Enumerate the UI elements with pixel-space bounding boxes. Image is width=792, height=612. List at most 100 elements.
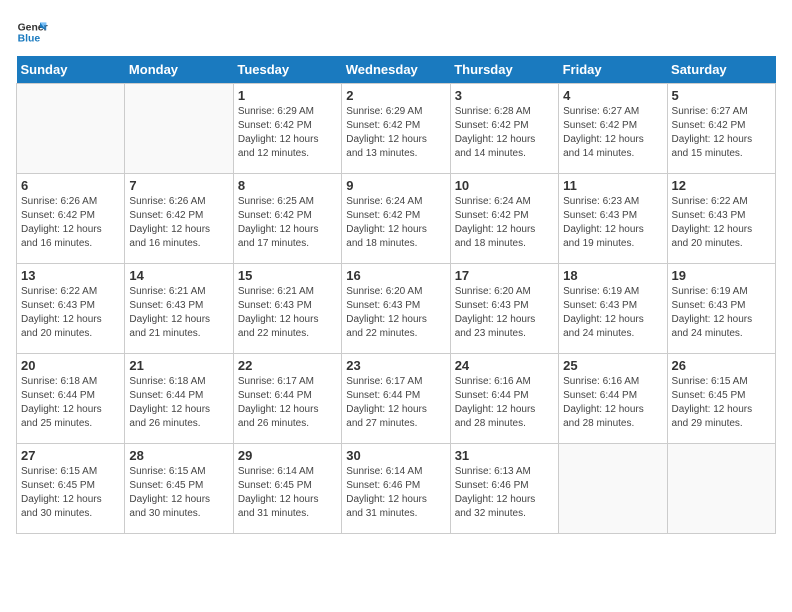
calendar-cell: 24 Sunrise: 6:16 AM Sunset: 6:44 PM Dayli… xyxy=(450,354,558,444)
calendar-cell xyxy=(125,84,233,174)
day-info: Sunrise: 6:28 AM Sunset: 6:42 PM Dayligh… xyxy=(455,105,554,161)
day-info: Sunrise: 6:27 AM Sunset: 6:42 PM Dayligh… xyxy=(563,105,662,161)
day-number: 9 xyxy=(346,178,445,193)
day-info: Sunrise: 6:19 AM Sunset: 6:43 PM Dayligh… xyxy=(672,285,771,341)
calendar-cell: 7Sunrise: 6:26 AM Sunset: 6:42 PM Daylig… xyxy=(125,174,233,264)
calendar-cell xyxy=(17,84,125,174)
calendar-cell: 6 Sunrise: 6:26 AM Sunset: 6:42 PM Daylig… xyxy=(17,174,125,264)
calendar-cell: 11Sunrise: 6:23 AM Sunset: 6:43 PM Dayli… xyxy=(559,174,667,264)
calendar-cell: 25Sunrise: 6:16 AM Sunset: 6:44 PM Dayli… xyxy=(559,354,667,444)
day-number: 3 xyxy=(455,88,554,103)
day-header-thursday: Thursday xyxy=(450,56,558,84)
day-info: Sunrise: 6:24 AM Sunset: 6:42 PM Dayligh… xyxy=(455,195,554,251)
calendar-cell: 3 Sunrise: 6:28 AM Sunset: 6:42 PM Daylig… xyxy=(450,84,558,174)
day-header-monday: Monday xyxy=(125,56,233,84)
day-number: 10 xyxy=(455,178,554,193)
calendar-cell: 16 Sunrise: 6:20 AM Sunset: 6:43 PM Dayli… xyxy=(342,264,450,354)
calendar-cell: 23 Sunrise: 6:17 AM Sunset: 6:44 PM Dayli… xyxy=(342,354,450,444)
calendar-week-2: 6 Sunrise: 6:26 AM Sunset: 6:42 PM Daylig… xyxy=(17,174,776,264)
day-number: 5 xyxy=(672,88,771,103)
day-info: Sunrise: 6:19 AM Sunset: 6:43 PM Dayligh… xyxy=(563,285,662,341)
day-number: 28 xyxy=(129,448,228,463)
day-number: 1 xyxy=(238,88,337,103)
day-number: 19 xyxy=(672,268,771,283)
calendar-cell: 8 Sunrise: 6:25 AM Sunset: 6:42 PM Daylig… xyxy=(233,174,341,264)
calendar-header-row: SundayMondayTuesdayWednesdayThursdayFrid… xyxy=(17,56,776,84)
day-header-saturday: Saturday xyxy=(667,56,775,84)
calendar-table: SundayMondayTuesdayWednesdayThursdayFrid… xyxy=(16,56,776,534)
calendar-week-1: 1 Sunrise: 6:29 AM Sunset: 6:42 PM Daylig… xyxy=(17,84,776,174)
day-number: 17 xyxy=(455,268,554,283)
calendar-cell: 21 Sunrise: 6:18 AM Sunset: 6:44 PM Dayli… xyxy=(125,354,233,444)
day-info: Sunrise: 6:15 AM Sunset: 6:45 PM Dayligh… xyxy=(129,465,228,521)
day-info: Sunrise: 6:13 AM Sunset: 6:46 PM Dayligh… xyxy=(455,465,554,521)
day-info: Sunrise: 6:20 AM Sunset: 6:43 PM Dayligh… xyxy=(346,285,445,341)
calendar-cell: 12 Sunrise: 6:22 AM Sunset: 6:43 PM Dayli… xyxy=(667,174,775,264)
calendar-cell: 20 Sunrise: 6:18 AM Sunset: 6:44 PM Dayli… xyxy=(17,354,125,444)
day-number: 18 xyxy=(563,268,662,283)
day-number: 20 xyxy=(21,358,120,373)
day-number: 6 xyxy=(21,178,120,193)
day-info: Sunrise: 6:18 AM Sunset: 6:44 PM Dayligh… xyxy=(129,375,228,431)
day-info: Sunrise: 6:15 AM Sunset: 6:45 PM Dayligh… xyxy=(21,465,120,521)
day-info: Sunrise: 6:14 AM Sunset: 6:46 PM Dayligh… xyxy=(346,465,445,521)
day-info: Sunrise: 6:18 AM Sunset: 6:44 PM Dayligh… xyxy=(21,375,120,431)
day-number: 8 xyxy=(238,178,337,193)
day-number: 24 xyxy=(455,358,554,373)
calendar-week-5: 27 Sunrise: 6:15 AM Sunset: 6:45 PM Dayli… xyxy=(17,444,776,534)
calendar-cell: 17 Sunrise: 6:20 AM Sunset: 6:43 PM Dayli… xyxy=(450,264,558,354)
calendar-cell: 9 Sunrise: 6:24 AM Sunset: 6:42 PM Daylig… xyxy=(342,174,450,264)
calendar-cell xyxy=(667,444,775,534)
logo: General Blue xyxy=(16,16,48,48)
calendar-cell: 30 Sunrise: 6:14 AM Sunset: 6:46 PM Dayli… xyxy=(342,444,450,534)
calendar-cell: 18 Sunrise: 6:19 AM Sunset: 6:43 PM Dayli… xyxy=(559,264,667,354)
day-number: 21 xyxy=(129,358,228,373)
day-header-sunday: Sunday xyxy=(17,56,125,84)
day-info: Sunrise: 6:22 AM Sunset: 6:43 PM Dayligh… xyxy=(21,285,120,341)
day-info: Sunrise: 6:17 AM Sunset: 6:44 PM Dayligh… xyxy=(346,375,445,431)
day-header-tuesday: Tuesday xyxy=(233,56,341,84)
calendar-week-4: 20 Sunrise: 6:18 AM Sunset: 6:44 PM Dayli… xyxy=(17,354,776,444)
day-header-friday: Friday xyxy=(559,56,667,84)
day-info: Sunrise: 6:21 AM Sunset: 6:43 PM Dayligh… xyxy=(238,285,337,341)
calendar-cell: 5 Sunrise: 6:27 AM Sunset: 6:42 PM Daylig… xyxy=(667,84,775,174)
day-info: Sunrise: 6:26 AM Sunset: 6:42 PM Dayligh… xyxy=(21,195,120,251)
day-info: Sunrise: 6:14 AM Sunset: 6:45 PM Dayligh… xyxy=(238,465,337,521)
day-header-wednesday: Wednesday xyxy=(342,56,450,84)
day-number: 16 xyxy=(346,268,445,283)
day-number: 27 xyxy=(21,448,120,463)
calendar-cell: 19 Sunrise: 6:19 AM Sunset: 6:43 PM Dayli… xyxy=(667,264,775,354)
day-number: 23 xyxy=(346,358,445,373)
day-number: 13 xyxy=(21,268,120,283)
calendar-cell: 31Sunrise: 6:13 AM Sunset: 6:46 PM Dayli… xyxy=(450,444,558,534)
logo-icon: General Blue xyxy=(16,16,48,48)
calendar-cell: 14Sunrise: 6:21 AM Sunset: 6:43 PM Dayli… xyxy=(125,264,233,354)
day-number: 2 xyxy=(346,88,445,103)
calendar-cell: 10 Sunrise: 6:24 AM Sunset: 6:42 PM Dayli… xyxy=(450,174,558,264)
calendar-cell: 26Sunrise: 6:15 AM Sunset: 6:45 PM Dayli… xyxy=(667,354,775,444)
day-number: 7 xyxy=(129,178,228,193)
day-info: Sunrise: 6:25 AM Sunset: 6:42 PM Dayligh… xyxy=(238,195,337,251)
day-info: Sunrise: 6:29 AM Sunset: 6:42 PM Dayligh… xyxy=(238,105,337,161)
calendar-cell: 29Sunrise: 6:14 AM Sunset: 6:45 PM Dayli… xyxy=(233,444,341,534)
page-header: General Blue xyxy=(16,16,776,48)
day-number: 30 xyxy=(346,448,445,463)
calendar-cell: 13 Sunrise: 6:22 AM Sunset: 6:43 PM Dayli… xyxy=(17,264,125,354)
day-info: Sunrise: 6:22 AM Sunset: 6:43 PM Dayligh… xyxy=(672,195,771,251)
svg-text:Blue: Blue xyxy=(18,34,41,45)
day-info: Sunrise: 6:27 AM Sunset: 6:42 PM Dayligh… xyxy=(672,105,771,161)
day-number: 22 xyxy=(238,358,337,373)
day-number: 15 xyxy=(238,268,337,283)
calendar-cell: 27 Sunrise: 6:15 AM Sunset: 6:45 PM Dayli… xyxy=(17,444,125,534)
day-info: Sunrise: 6:20 AM Sunset: 6:43 PM Dayligh… xyxy=(455,285,554,341)
day-number: 11 xyxy=(563,178,662,193)
calendar-cell: 1 Sunrise: 6:29 AM Sunset: 6:42 PM Daylig… xyxy=(233,84,341,174)
day-info: Sunrise: 6:24 AM Sunset: 6:42 PM Dayligh… xyxy=(346,195,445,251)
day-number: 12 xyxy=(672,178,771,193)
calendar-cell xyxy=(559,444,667,534)
day-info: Sunrise: 6:17 AM Sunset: 6:44 PM Dayligh… xyxy=(238,375,337,431)
calendar-cell: 2Sunrise: 6:29 AM Sunset: 6:42 PM Daylig… xyxy=(342,84,450,174)
day-number: 26 xyxy=(672,358,771,373)
calendar-week-3: 13 Sunrise: 6:22 AM Sunset: 6:43 PM Dayli… xyxy=(17,264,776,354)
day-info: Sunrise: 6:16 AM Sunset: 6:44 PM Dayligh… xyxy=(455,375,554,431)
